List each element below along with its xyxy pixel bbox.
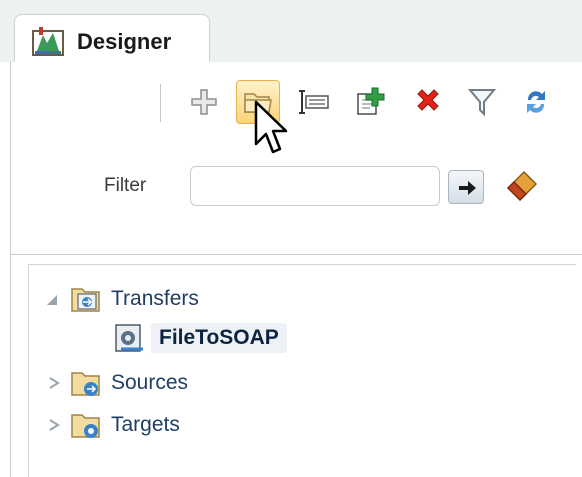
clear-filter-button[interactable]	[502, 166, 542, 206]
tree-node-label: Transfers	[111, 287, 199, 310]
transfer-item-icon	[115, 324, 143, 352]
filter-input[interactable]	[190, 166, 440, 206]
folder-icon	[244, 93, 272, 113]
rename-icon	[299, 90, 329, 114]
tree-node-targets[interactable]: Targets	[43, 407, 263, 443]
delete-button[interactable]	[406, 80, 450, 124]
transfers-folder-icon	[71, 288, 100, 312]
tree-node-sources[interactable]: Sources	[43, 365, 263, 401]
collapsed-arrow-icon[interactable]	[47, 418, 61, 432]
tree-node-label: FileToSOAP	[151, 323, 287, 353]
filter-icon	[467, 89, 497, 117]
tree-node-filetosoap[interactable]: FileToSOAP	[111, 321, 341, 357]
filter-go-button[interactable]	[448, 170, 484, 204]
targets-folder-icon	[71, 414, 100, 438]
tab-label: Designer	[77, 29, 172, 54]
refresh-button[interactable]	[514, 80, 558, 124]
tree-node-label: Targets	[111, 413, 180, 436]
toolbar-separator	[160, 84, 161, 122]
tree-node-transfers[interactable]: Transfers	[43, 281, 263, 317]
filter-button[interactable]	[460, 80, 504, 124]
rename-button[interactable]	[292, 80, 336, 124]
add-icon	[191, 89, 217, 115]
collapsed-arrow-icon[interactable]	[47, 376, 61, 390]
designer-icon	[32, 27, 64, 56]
tree-node-label: Sources	[111, 371, 189, 394]
eraser-icon	[506, 170, 538, 202]
add-button[interactable]	[182, 80, 226, 124]
designer-tree: Transfers FileToSOAP Sources Targets	[28, 264, 576, 477]
new-folder-button[interactable]	[236, 80, 280, 124]
filter-label: Filter	[104, 175, 147, 196]
copy-add-icon	[357, 87, 385, 115]
tab-designer[interactable]: Designer	[14, 14, 210, 66]
section-divider	[10, 254, 582, 255]
duplicate-button[interactable]	[348, 80, 392, 124]
sources-folder-icon	[71, 372, 100, 396]
expanded-arrow-icon[interactable]	[45, 293, 59, 307]
arrow-right-icon	[459, 181, 476, 195]
refresh-icon	[527, 91, 545, 113]
delete-icon	[417, 89, 439, 111]
